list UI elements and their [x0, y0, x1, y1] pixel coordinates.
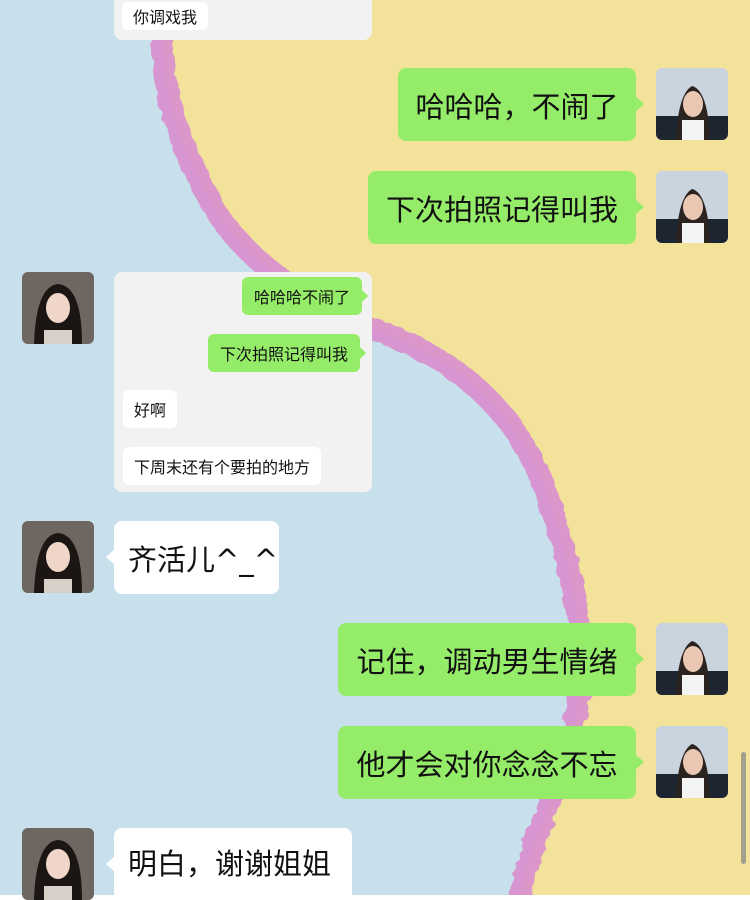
card-message: 下次拍照记得叫我: [208, 334, 367, 372]
their-message-bubble[interactable]: 明白，谢谢姐姐: [106, 828, 352, 895]
my-message-bubble[interactable]: 下次拍照记得叫我: [368, 171, 644, 244]
portrait-woman-long-hair-icon: [22, 521, 94, 593]
my-message-bubble[interactable]: 他才会对你念念不忘: [338, 726, 644, 799]
portrait-woman-dark-hair-icon: [656, 623, 728, 695]
scrollbar[interactable]: [741, 752, 746, 864]
my-avatar[interactable]: [656, 171, 728, 243]
my-avatar[interactable]: [656, 68, 728, 140]
their-message-bubble[interactable]: 齐活儿^_^: [106, 521, 279, 594]
portrait-woman-long-hair-icon: [22, 828, 94, 900]
my-avatar[interactable]: [656, 623, 728, 695]
portrait-woman-dark-hair-icon: [656, 171, 728, 243]
my-avatar[interactable]: [656, 726, 728, 798]
forwarded-chat-card[interactable]: 哈哈哈不闹了 下次拍照记得叫我 好啊 下周末还有个要拍的地方: [114, 272, 372, 492]
their-avatar[interactable]: [22, 272, 94, 344]
their-avatar[interactable]: [22, 828, 94, 900]
my-message-bubble[interactable]: 记住，调动男生情绪: [338, 623, 644, 696]
card-message: 好啊: [123, 390, 178, 428]
card-message: 下周末还有个要拍的地方: [123, 447, 322, 485]
portrait-woman-dark-hair-icon: [656, 68, 728, 140]
my-message-bubble[interactable]: 哈哈哈，不闹了: [398, 68, 644, 141]
portrait-woman-dark-hair-icon: [656, 726, 728, 798]
card-message: 你调戏我: [122, 2, 209, 30]
card-message: 哈哈哈不闹了: [242, 277, 369, 315]
portrait-woman-long-hair-icon: [22, 272, 94, 344]
their-avatar[interactable]: [22, 521, 94, 593]
quote-card-partial[interactable]: 你调戏我: [114, 0, 372, 40]
